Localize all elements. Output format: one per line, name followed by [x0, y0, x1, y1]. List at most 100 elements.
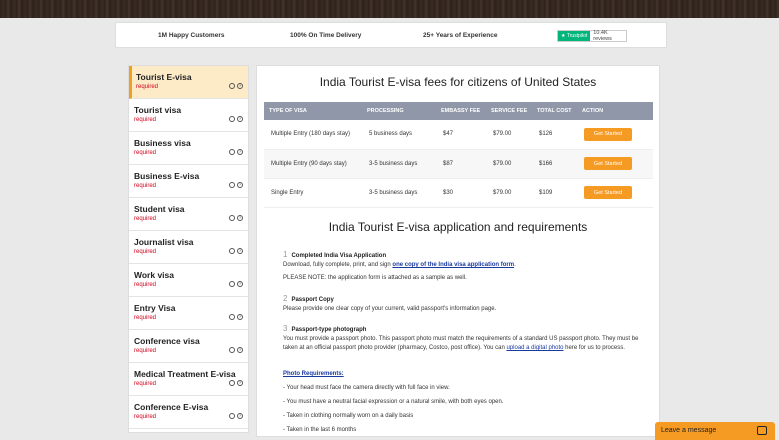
sidebar-item-label: Journalist visa [134, 237, 194, 247]
upload-photo-link[interactable]: upload a digital photo [506, 345, 563, 351]
help-icon: ? [237, 215, 243, 221]
top-banner [0, 0, 779, 18]
trust-bar: 1M Happy Customers 100% On Time Delivery… [115, 22, 667, 48]
requirement-application: 1 Completed India Visa Application Downlo… [283, 250, 653, 283]
col-action: ACTION [577, 102, 653, 120]
requirement-text: Please provide one clear copy of your cu… [283, 306, 497, 312]
requirement-number: 2 [283, 294, 288, 303]
cell-embassy: $30 [436, 178, 486, 208]
sidebar-item-business-evisa[interactable]: Business E-visa required ? [129, 165, 248, 198]
requirement-title: Completed India Visa Application [291, 253, 387, 259]
help-icon: ? [237, 149, 243, 155]
help-icon: ? [237, 314, 243, 320]
col-type: TYPE OF VISA [264, 102, 362, 120]
help-icon: ? [237, 347, 243, 353]
sidebar-item-label: Business E-visa [134, 171, 200, 181]
monitor-icon [229, 182, 235, 188]
help-icon: ? [237, 413, 243, 419]
cell-processing: 3-5 business days [362, 149, 436, 179]
cell-embassy: $47 [436, 120, 486, 150]
sidebar-item-label: Tourist E-visa [136, 72, 192, 82]
get-started-button[interactable]: Get Started [584, 157, 632, 170]
cell-embassy: $87 [436, 149, 486, 179]
photo-requirements-link[interactable]: Photo Requirements: [283, 370, 653, 379]
trust-delivery: 100% On Time Delivery [290, 32, 362, 39]
trustpilot-badge[interactable]: ★ Trustpilot 10.4K reviews [557, 30, 627, 42]
cell-type: Multiple Entry (180 days stay) [264, 120, 362, 150]
requirement-photo: 3 Passport-type photograph You must provi… [283, 324, 653, 353]
application-form-link[interactable]: one copy of the India visa application f… [392, 262, 514, 268]
sidebar-item-label: Tourist visa [134, 105, 182, 115]
requirement-number: 1 [283, 250, 288, 259]
requirement-title: Passport Copy [291, 297, 334, 303]
sidebar-item-conference-visa[interactable]: Conference visa required ? [129, 330, 248, 363]
get-started-button[interactable]: Get Started [584, 127, 632, 141]
table-row: Multiple Entry (90 days stay) 3-5 busine… [264, 149, 653, 179]
col-processing: PROCESSING [362, 102, 436, 120]
chat-label: Leave a message [661, 427, 717, 434]
sidebar-item-label: Medical Treatment E-visa [134, 369, 236, 379]
list-item: - Your head must face the camera directl… [283, 385, 450, 391]
trustpilot-logo: ★ Trustpilot [558, 31, 591, 41]
requirement-passport-copy: 2 Passport Copy Please provide one clear … [283, 294, 653, 314]
col-total-cost: TOTAL COST [532, 102, 577, 120]
main-content: India Tourist E-visa fees for citizens o… [256, 65, 660, 437]
requirement-title: Passport-type photograph [291, 327, 367, 333]
col-embassy-fee: EMBASSY FEE [436, 102, 486, 120]
pen-icon [229, 149, 235, 155]
help-icon: ? [237, 182, 243, 188]
sidebar-item-tourist-evisa[interactable]: Tourist E-visa required ? [129, 66, 248, 99]
sidebar-item-label: Conference E-visa [134, 402, 209, 412]
leave-message-button[interactable]: Leave a message [655, 422, 775, 440]
monitor-icon [229, 413, 235, 419]
monitor-icon [229, 83, 235, 89]
sidebar-item-conference-evisa[interactable]: Conference E-visa required ? [129, 396, 248, 429]
help-icon: ? [237, 116, 243, 122]
list-item: - Taken in the last 6 months [283, 427, 357, 433]
sidebar-item-entry-visa[interactable]: Entry Visa required ? [129, 297, 248, 330]
trustpilot-reviews: 10.4K reviews [593, 30, 612, 42]
requirement-number: 3 [283, 324, 288, 333]
sidebar-item-label: Conference visa [134, 336, 200, 346]
pen-icon [229, 215, 235, 221]
sidebar-item-label: Work visa [134, 270, 175, 280]
list-item: - Taken in clothing normally worn on a d… [283, 413, 414, 419]
cell-total: $166 [532, 149, 577, 179]
pen-icon [229, 314, 235, 320]
cell-type: Single Entry [264, 178, 362, 208]
sidebar-item-tourist-visa[interactable]: Tourist visa required ? [129, 99, 248, 132]
requirement-text-end: here for us to process. [563, 345, 625, 351]
requirement-text-end: . [514, 262, 516, 268]
sidebar-item-student-visa[interactable]: Student visa required ? [129, 198, 248, 231]
monitor-icon [229, 380, 235, 386]
chat-bubble-icon [757, 426, 767, 435]
col-service-fee: SERVICE FEE [486, 102, 532, 120]
visa-type-sidebar: Tourist E-visa required ? Tourist visa r… [128, 65, 249, 433]
pen-icon [229, 347, 235, 353]
get-started-button[interactable]: Get Started [584, 186, 632, 199]
requirement-text: Download, fully complete, print, and sig… [283, 262, 393, 268]
sidebar-item-medical-evisa[interactable]: Medical Treatment E-visa required ? [129, 363, 248, 396]
sidebar-item-business-visa[interactable]: Business visa required ? [129, 132, 248, 165]
help-icon: ? [237, 380, 243, 386]
cell-service: $79.00 [486, 149, 532, 179]
cell-total: $126 [532, 120, 577, 150]
cell-type: Multiple Entry (90 days stay) [264, 149, 362, 179]
sidebar-item-work-visa[interactable]: Work visa required ? [129, 264, 248, 297]
help-icon: ? [237, 83, 243, 89]
cell-processing: 3-5 business days [362, 178, 436, 208]
cell-service: $79.00 [486, 120, 532, 150]
table-header-row: TYPE OF VISA PROCESSING EMBASSY FEE SERV… [264, 102, 653, 120]
pen-icon [229, 248, 235, 254]
fees-title: India Tourist E-visa fees for citizens o… [319, 75, 597, 89]
fees-table: TYPE OF VISA PROCESSING EMBASSY FEE SERV… [264, 102, 653, 208]
trustpilot-label: Trustpilot [566, 33, 588, 39]
sidebar-item-label: Entry Visa [134, 303, 176, 313]
cell-service: $79.00 [486, 178, 532, 208]
photo-requirements: Photo Requirements: - Your head must fac… [283, 370, 653, 435]
sidebar-item-journalist-visa[interactable]: Journalist visa required ? [129, 231, 248, 264]
table-row: Multiple Entry (180 days stay) 5 busines… [264, 120, 653, 150]
pen-icon [229, 281, 235, 287]
trust-customers: 1M Happy Customers [158, 32, 225, 39]
sidebar-item-label: Business visa [134, 138, 191, 148]
